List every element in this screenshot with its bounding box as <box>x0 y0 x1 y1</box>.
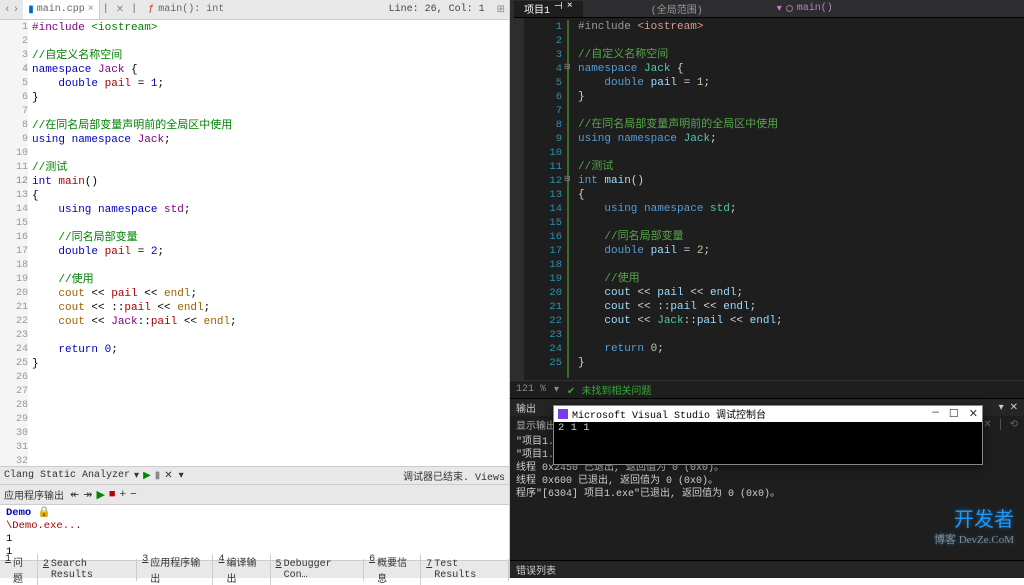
close-all-icon[interactable]: ✕ <box>112 4 128 16</box>
console-cmd: \Demo.exe... <box>6 520 503 533</box>
tab-label: 项目1 <box>524 1 550 17</box>
nav-arrows[interactable]: ‹› <box>0 4 23 16</box>
vs-dark-ide: 项目1 ⊣ × (全局范围) ▾ main() 1234567891011121… <box>510 0 1024 578</box>
console-output: 2 1 1 <box>554 422 982 434</box>
remove-icon[interactable]: − <box>130 489 137 501</box>
fold-column[interactable]: ⊟⊟ <box>564 18 574 380</box>
line-gutter: 1234567891011121314151617181920212223242… <box>0 20 28 466</box>
debug-console-window[interactable]: Microsoft Visual Studio 调试控制台 — ☐ ✕ 2 1 … <box>553 405 983 465</box>
vs-icon <box>558 409 568 419</box>
status-bar: Clang Static Analyzer ▾ ▶ ▮ ✕ ▾ 调试器已结束. … <box>0 466 509 484</box>
bottom-tab[interactable]: 1 问题 <box>0 554 38 585</box>
code-editor[interactable]: 1234567891011121314151617181920212223242… <box>0 20 509 466</box>
code-lines[interactable]: #include <iostream> //自定义名称空间namespace J… <box>28 20 509 466</box>
project-tab[interactable]: 项目1 ⊣ × <box>514 1 583 17</box>
side-tool-tabs[interactable] <box>510 18 524 380</box>
bottom-tab[interactable]: 6 概要信息 <box>364 554 421 585</box>
maximize-icon[interactable]: ☐ <box>949 407 959 421</box>
close-icon[interactable]: × <box>88 4 94 15</box>
prev-icon[interactable]: ↞ <box>70 488 79 502</box>
app-output-label: 应用程序输出 <box>4 487 64 503</box>
no-issues: 未找到相关问题 <box>567 382 651 398</box>
code-lines[interactable]: #include <iostream> //自定义名称空间namespace J… <box>574 18 1024 380</box>
console-line: 1 <box>6 533 503 546</box>
bottom-tab[interactable]: 4 编译输出 <box>213 554 270 585</box>
window-titlebar[interactable]: Microsoft Visual Studio 调试控制台 — ☐ ✕ <box>554 406 982 422</box>
file-tab[interactable]: ▮ main.cpp × <box>23 0 100 19</box>
vs-tab-bar: 项目1 ⊣ × (全局范围) ▾ main() <box>510 0 1024 18</box>
run-icon[interactable]: ▶ <box>143 470 151 482</box>
add-icon[interactable]: + <box>120 489 127 501</box>
zoom-status: 121 % ▾ 未找到相关问题 <box>510 380 1024 398</box>
analyzer-label: Clang Static Analyzer <box>4 470 130 481</box>
expand-icon[interactable]: ⊞ <box>493 4 509 16</box>
vs-code-editor[interactable]: 1234567891011121314151617181920212223242… <box>524 18 1024 380</box>
close-icon[interactable]: ✕ <box>969 407 978 421</box>
cpp-file-icon: ▮ <box>28 4 34 16</box>
play-icon[interactable]: ▶ <box>96 488 104 502</box>
status-right: 调试器已结束. Views <box>403 468 505 484</box>
zoom-value[interactable]: 121 % <box>516 384 546 395</box>
stop-icon[interactable]: ■ <box>109 489 116 501</box>
tab-bar: ‹› ▮ main.cpp × | ✕ | ƒ main(): int Line… <box>0 0 509 20</box>
window-title: Microsoft Visual Studio 调试控制台 <box>572 406 766 422</box>
bottom-tabs: 1 问题2 Search Results3 应用程序输出4 编译输出5 Debu… <box>0 560 509 578</box>
console-title: Demo 🔒 <box>6 507 503 520</box>
chevron-icon: ▾ <box>777 3 782 15</box>
minimize-icon[interactable]: — <box>932 407 939 421</box>
build-icon[interactable]: ▮ <box>155 470 161 482</box>
cursor-position: Line: 26, Col: 1 <box>381 4 493 15</box>
run-toolbar: 应用程序输出 ↞ ↠ ▶ ■ + − <box>0 484 509 504</box>
pin-icon[interactable]: ⊣ <box>554 1 563 17</box>
function-selector[interactable]: ƒ main(): int <box>140 4 232 15</box>
close-icon[interactable]: × <box>567 1 573 17</box>
function-sig: main(): int <box>158 4 224 15</box>
next-icon[interactable]: ↠ <box>83 488 92 502</box>
bottom-tab[interactable]: 7 Test Results <box>421 559 509 581</box>
bottom-tab[interactable]: 3 应用程序输出 <box>137 554 213 585</box>
error-list-tab[interactable]: 错误列表 <box>510 560 1024 578</box>
scope-selector[interactable]: (全局范围) <box>643 1 711 17</box>
bottom-tab[interactable]: 5 Debugger Con… <box>271 559 365 581</box>
output-label: 输出 <box>516 400 536 416</box>
file-name: main.cpp <box>37 4 85 15</box>
gear-icon[interactable]: ✕ ▾ <box>164 470 183 482</box>
light-ide: ‹› ▮ main.cpp × | ✕ | ƒ main(): int Line… <box>0 0 510 578</box>
func-label: main() <box>797 3 833 14</box>
method-icon <box>786 5 793 12</box>
function-nav[interactable]: ▾ main() <box>771 3 839 15</box>
panel-tools[interactable]: ▾ ✕ <box>999 402 1018 414</box>
line-gutter: 1234567891011121314151617181920212223242… <box>524 18 564 380</box>
bottom-tab[interactable]: 2 Search Results <box>38 559 137 581</box>
output-console[interactable]: Demo 🔒 \Demo.exe... 1 1 <box>0 504 509 560</box>
